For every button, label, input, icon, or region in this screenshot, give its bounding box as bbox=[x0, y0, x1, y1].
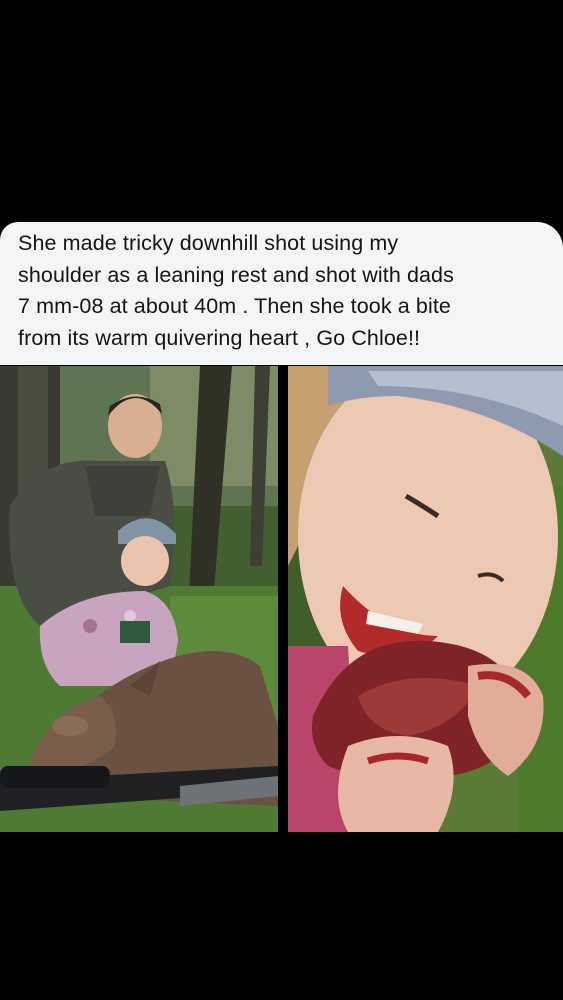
photo-child-close-up bbox=[288, 366, 563, 832]
photo-hunters-with-deer bbox=[0, 366, 278, 832]
caption-line-1: She made tricky downhill shot using my bbox=[18, 231, 399, 255]
photo-child-close-up-illustration bbox=[288, 366, 563, 832]
caption-text: She made tricky downhill shot using my s… bbox=[18, 228, 558, 354]
photo-hunters-with-deer-illustration bbox=[0, 366, 278, 832]
caption-line-3: 7 mm-08 at about 40m . Then she took a b… bbox=[18, 294, 451, 318]
caption-line-4: from its warm quivering heart , Go Chloe… bbox=[18, 325, 421, 350]
caption-line-2: shoulder as a leaning rest and shot with… bbox=[18, 262, 454, 287]
